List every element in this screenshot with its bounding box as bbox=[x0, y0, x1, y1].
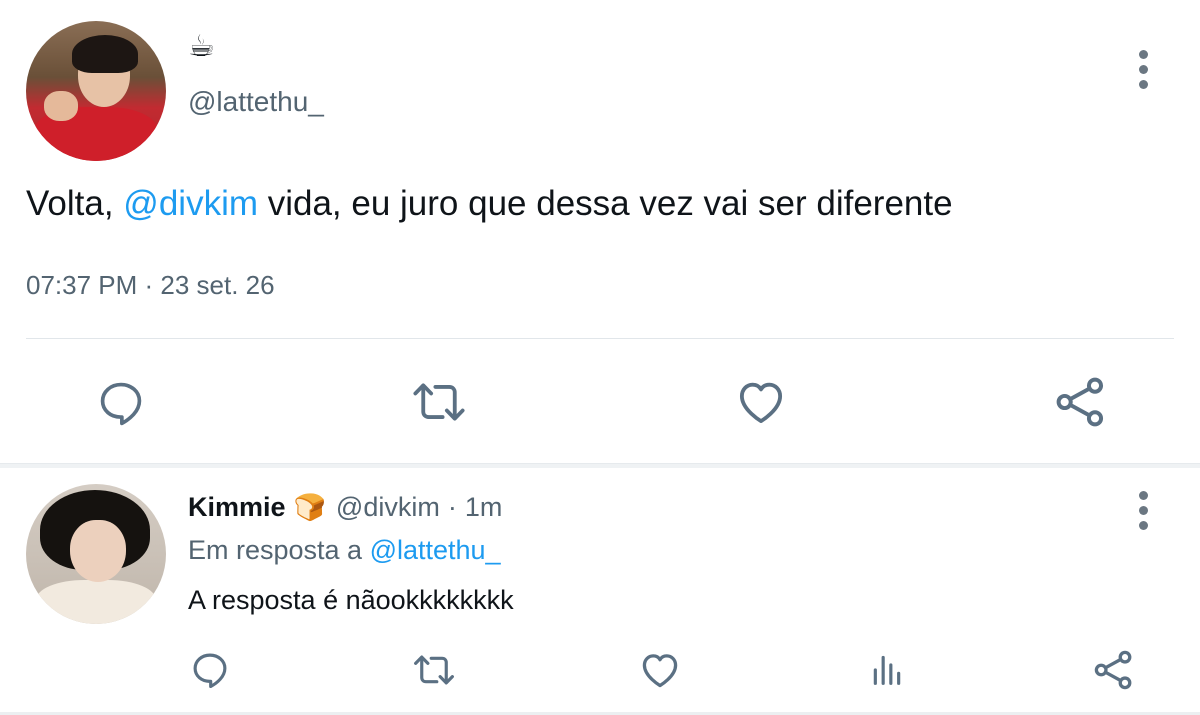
like-icon bbox=[739, 382, 783, 424]
analytics-icon bbox=[873, 655, 901, 685]
retweet-icon bbox=[413, 383, 465, 421]
avatar[interactable] bbox=[26, 21, 166, 161]
replying-to-label: Em resposta a bbox=[188, 535, 370, 565]
tweet-thread-page: ☕ @lattethu_ Volta, @divkim vida, eu jur… bbox=[0, 0, 1200, 715]
reply-icon bbox=[100, 382, 142, 426]
reply-separator: · bbox=[447, 492, 457, 522]
share-icon bbox=[1094, 650, 1132, 690]
display-name-emoji[interactable]: ☕ bbox=[188, 30, 215, 64]
reply-author-handle[interactable]: @divkim bbox=[336, 490, 440, 524]
retweet-button[interactable] bbox=[408, 374, 470, 430]
reply-timestamp[interactable]: 1m bbox=[465, 490, 503, 524]
reply-header: Kimmie 🍞 @divkim · 1m bbox=[188, 490, 502, 524]
main-tweet: ☕ @lattethu_ Volta, @divkim vida, eu jur… bbox=[0, 0, 1200, 463]
reply-icon bbox=[193, 653, 227, 689]
retweet-icon bbox=[414, 655, 454, 685]
replying-to: Em resposta a @lattethu_ bbox=[188, 533, 501, 567]
reply-more-options-icon[interactable] bbox=[1134, 491, 1152, 530]
reply-button[interactable] bbox=[94, 376, 148, 430]
like-button[interactable] bbox=[733, 374, 789, 430]
reply-author-name[interactable]: Kimmie bbox=[188, 490, 286, 524]
reply-like-button[interactable] bbox=[638, 648, 682, 692]
author-handle[interactable]: @lattethu_ bbox=[188, 86, 324, 118]
divider bbox=[26, 338, 1174, 339]
mention-link[interactable]: @divkim bbox=[123, 184, 258, 223]
share-icon bbox=[1056, 377, 1104, 427]
analytics-button[interactable] bbox=[866, 648, 908, 692]
like-icon bbox=[642, 654, 678, 688]
tweet-text: Volta, @divkim vida, eu juro que dessa v… bbox=[26, 182, 953, 226]
tweet-text-end: vida, eu juro que dessa vez vai ser dife… bbox=[258, 184, 953, 223]
reply-name-emoji: 🍞 bbox=[293, 492, 326, 522]
reply-avatar[interactable] bbox=[26, 484, 166, 624]
reply-retweet-button[interactable] bbox=[410, 649, 458, 691]
reply-share-button[interactable] bbox=[1092, 648, 1136, 692]
tweet-timestamp[interactable]: 07:37 PM · 23 set. 26 bbox=[26, 270, 275, 301]
more-options-icon[interactable] bbox=[1134, 50, 1152, 89]
replying-to-handle[interactable]: @lattethu_ bbox=[370, 535, 501, 565]
reply-text: A resposta é nãookkkkkkkk bbox=[188, 585, 514, 615]
tweet-text-start: Volta, bbox=[26, 184, 124, 223]
reply-reply-button[interactable] bbox=[189, 648, 231, 692]
share-button[interactable] bbox=[1052, 374, 1110, 430]
section-divider bbox=[0, 463, 1200, 468]
